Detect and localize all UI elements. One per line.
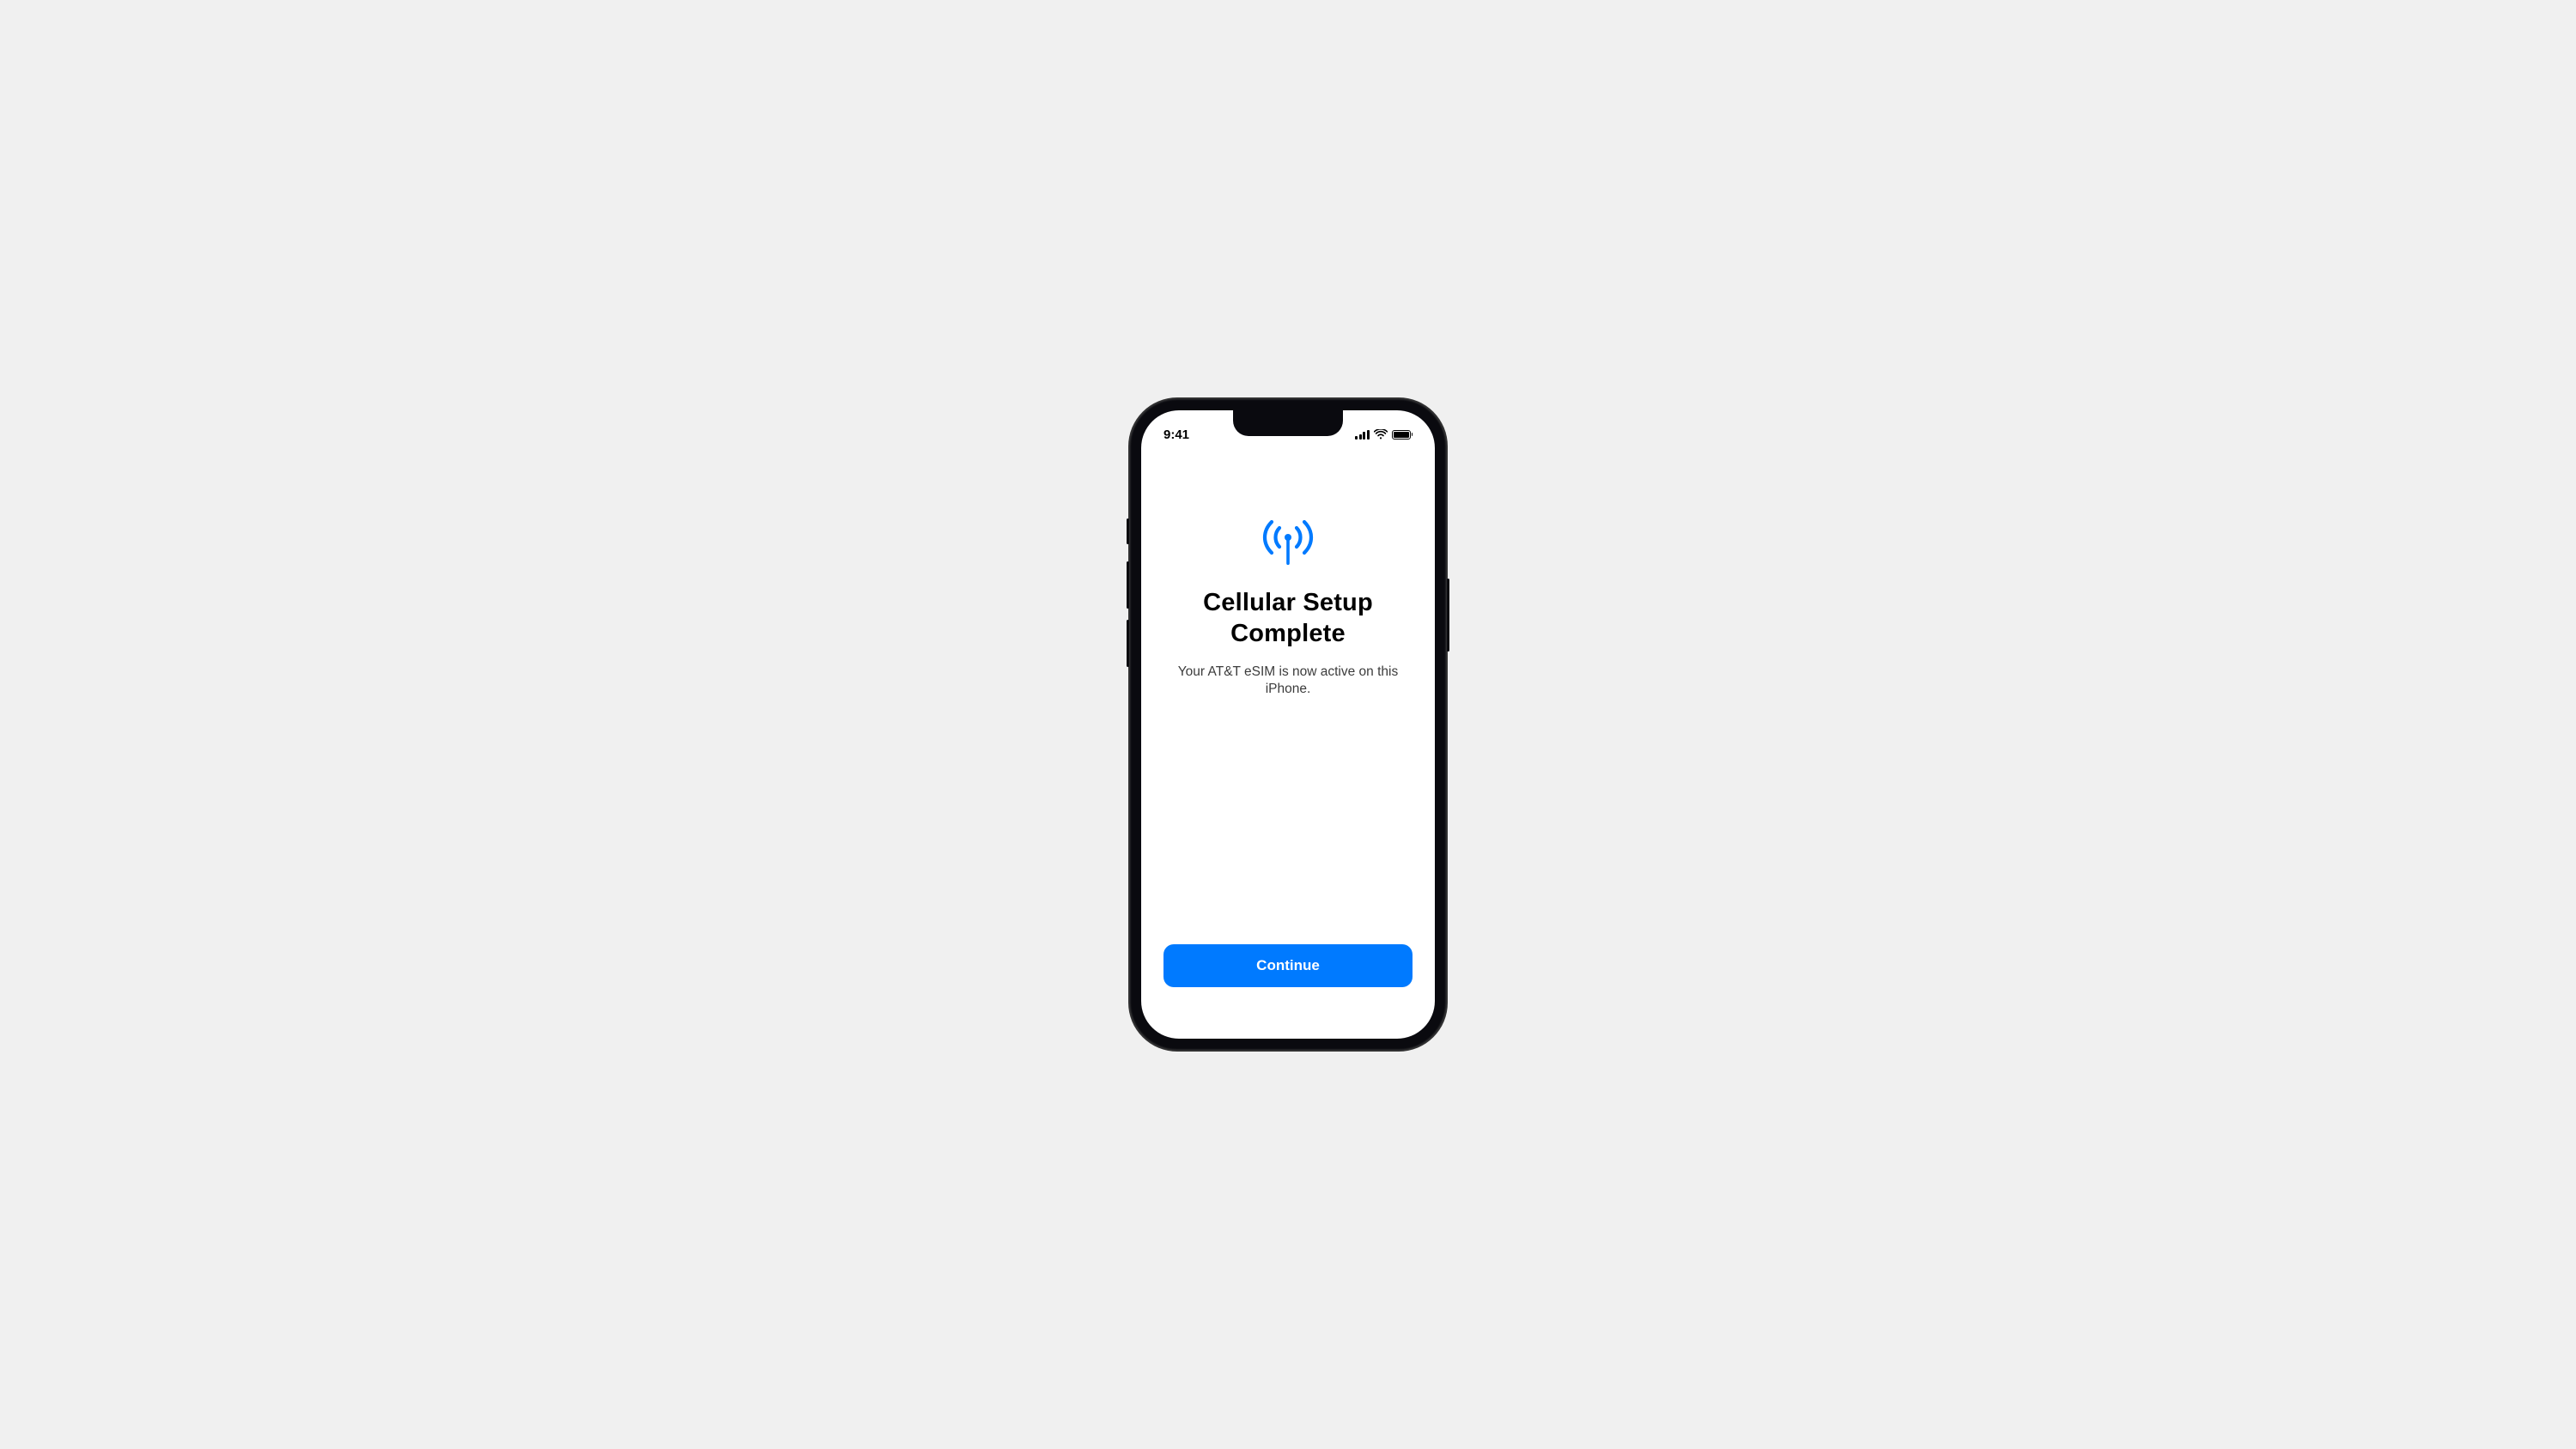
page-title: Cellular Setup Complete <box>1163 587 1413 650</box>
continue-button[interactable]: Continue <box>1163 944 1413 987</box>
notch <box>1233 410 1343 436</box>
cellular-antenna-icon <box>1259 518 1317 567</box>
cellular-signal-icon <box>1355 430 1370 440</box>
battery-icon <box>1392 430 1413 440</box>
power-button <box>1447 579 1449 652</box>
volume-down-button <box>1127 620 1129 667</box>
volume-up-button <box>1127 561 1129 609</box>
phone-frame: 9:41 <box>1129 398 1447 1051</box>
screen: 9:41 <box>1141 410 1435 1039</box>
setup-content: Cellular Setup Complete Your AT&T eSIM i… <box>1141 448 1435 1039</box>
wifi-icon <box>1374 429 1388 440</box>
page-subtitle: Your AT&T eSIM is now active on this iPh… <box>1163 664 1413 700</box>
mute-switch <box>1127 518 1129 544</box>
